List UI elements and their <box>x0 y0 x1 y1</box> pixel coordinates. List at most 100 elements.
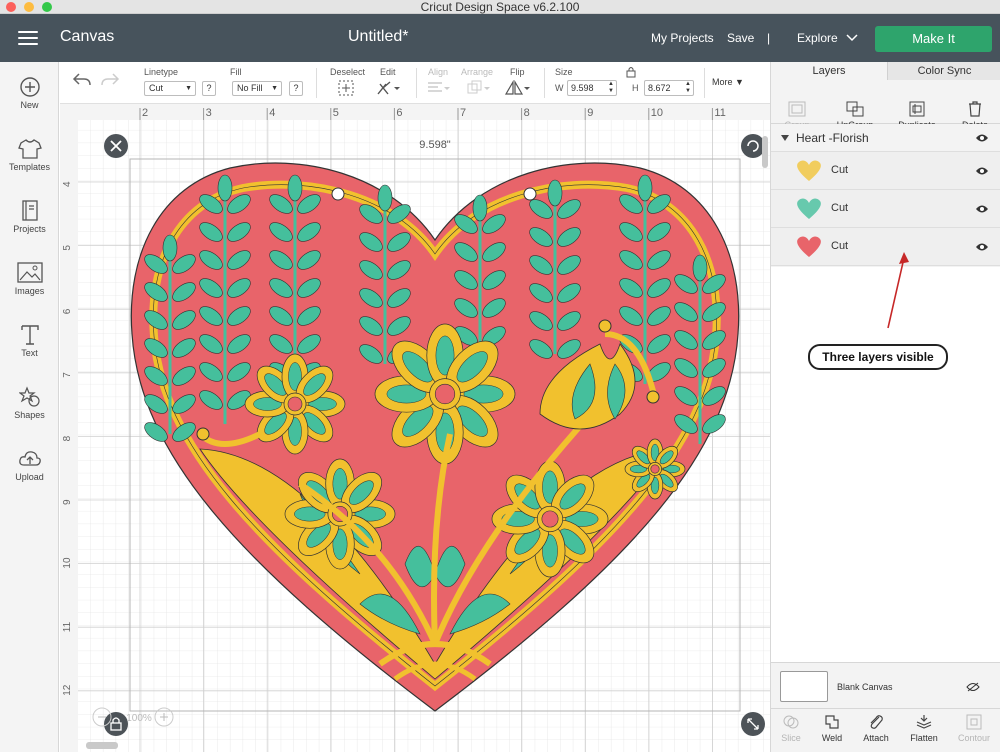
more-button[interactable]: More ▼ <box>712 77 744 87</box>
chevron-down-icon[interactable] <box>846 34 858 42</box>
ruler-left-label: 11 <box>62 621 73 632</box>
fill-select[interactable]: No Fill ▼ <box>232 81 282 96</box>
sidebar-item-shapes[interactable]: Shapes <box>0 386 59 442</box>
document-title[interactable]: Untitled* <box>348 28 408 46</box>
deselect-icon[interactable] <box>338 80 354 96</box>
align-icon[interactable] <box>426 80 450 96</box>
ruler-top-label: 10 <box>651 107 663 119</box>
leaf <box>472 194 488 222</box>
deselect-label: Deselect <box>330 67 366 77</box>
eye-hidden-icon[interactable] <box>966 682 980 692</box>
contour-icon <box>966 714 982 730</box>
dropdown-arrow-icon: ▼ <box>271 85 278 92</box>
layer-label: Cut <box>831 240 849 252</box>
slice-icon <box>783 715 799 729</box>
horizontal-scrollbar[interactable] <box>86 742 118 749</box>
sidebar-item-text[interactable]: Text <box>0 324 59 380</box>
blank-canvas-row[interactable]: Blank Canvas <box>771 662 1000 708</box>
toolbar-divider <box>704 68 705 98</box>
sidebar-item-upload[interactable]: Upload <box>0 448 59 504</box>
eye-icon[interactable] <box>975 133 989 143</box>
design-canvas[interactable]: 2 3 4 5 6 7 8 9 10 11 4 5 6 7 8 9 10 11 12 <box>60 104 770 752</box>
explore-link[interactable]: Explore <box>797 31 838 45</box>
redo-icon[interactable] <box>100 72 120 88</box>
zoom-level: 100% <box>126 713 152 724</box>
layer-row[interactable]: Cut <box>771 190 1000 228</box>
layer-row[interactable]: Cut <box>771 152 1000 190</box>
width-label: W <box>555 83 564 93</box>
ruler-left-label: 10 <box>62 557 73 569</box>
make-it-button[interactable]: Make It <box>875 26 992 52</box>
dropdown-arrow-icon: ▼ <box>735 77 744 87</box>
sidebar-item-label: New <box>20 100 39 110</box>
layer-label: Cut <box>831 164 849 176</box>
stepper-arrows-icon[interactable]: ▲ ▼ <box>685 81 691 95</box>
blank-canvas-label: Blank Canvas <box>837 682 893 692</box>
flower <box>624 438 686 500</box>
fill-help-button[interactable]: ? <box>289 81 303 96</box>
canvas-grid[interactable]: 2 3 4 5 6 7 8 9 10 11 456789101112 9.598… <box>60 104 770 752</box>
tab-color-sync[interactable]: Color Sync <box>887 62 1000 80</box>
sidebar-item-projects[interactable]: Projects <box>0 200 59 256</box>
ruler-left-label: 7 <box>62 372 73 378</box>
ruler-top-label: 9 <box>587 107 593 119</box>
more-label: More <box>712 77 733 87</box>
leaf <box>377 184 393 212</box>
sidebar-item-label: Shapes <box>14 410 45 420</box>
width-readout: 9.598" <box>419 139 451 151</box>
ruler-left-label: 5 <box>62 245 73 251</box>
ruler-top-label: 4 <box>269 107 275 119</box>
ruler-top-label: 5 <box>333 107 339 119</box>
flower <box>374 323 516 465</box>
book-icon <box>21 200 38 221</box>
delete-handle[interactable] <box>104 134 128 158</box>
eye-icon[interactable] <box>975 166 989 176</box>
hamburger-menu-icon[interactable] <box>18 29 40 47</box>
shapes-icon <box>18 386 40 407</box>
sidebar-item-new[interactable]: New <box>0 76 59 132</box>
sidebar-item-templates[interactable]: Templates <box>0 138 59 194</box>
blank-canvas-swatch[interactable] <box>780 671 828 702</box>
collapse-triangle-icon[interactable] <box>781 135 789 141</box>
layer-label: Cut <box>831 202 849 214</box>
vertical-scrollbar[interactable] <box>762 136 768 168</box>
ruler-top-label: 8 <box>524 107 530 119</box>
save-link[interactable]: Save <box>727 31 754 45</box>
tab-layers[interactable]: Layers <box>771 62 887 80</box>
width-input[interactable]: 9.598 ▲ ▼ <box>567 80 617 96</box>
undo-icon[interactable] <box>72 72 92 88</box>
height-value: 8.672 <box>648 83 671 93</box>
rotate-handle[interactable] <box>741 134 765 158</box>
ruler-left-label: 4 <box>62 181 73 187</box>
stepper-arrows-icon[interactable]: ▲ ▼ <box>608 81 614 95</box>
sidebar-item-images[interactable]: Images <box>0 262 59 318</box>
eye-icon[interactable] <box>975 242 989 252</box>
ruler-left-label: 9 <box>62 499 73 505</box>
flip-icon[interactable] <box>504 80 532 96</box>
arrange-label: Arrange <box>461 67 494 77</box>
ruler-top-label: 11 <box>714 107 725 119</box>
image-icon <box>16 262 43 283</box>
toolbar-divider <box>416 68 417 98</box>
layer-group-heart-florish[interactable]: Heart -Florish <box>771 124 1000 152</box>
eye-icon[interactable] <box>975 204 989 214</box>
ruler-top-label: 3 <box>206 107 212 119</box>
edit-toolbar: Linetype Cut ▼ ? Fill No Fill ▼ ? Deselect… <box>60 62 770 104</box>
my-projects-link[interactable]: My Projects <box>651 31 714 45</box>
ruler-left-label: 6 <box>62 308 73 314</box>
sidebar-item-label: Text <box>21 348 38 358</box>
lock-icon[interactable] <box>626 66 636 78</box>
contour-button[interactable]: Contour <box>944 713 1000 743</box>
height-input[interactable]: 8.672 ▲ ▼ <box>644 80 694 96</box>
arrange-icon[interactable] <box>466 80 492 96</box>
size-label: Size <box>555 67 573 77</box>
leaf <box>692 254 708 282</box>
linetype-help-button[interactable]: ? <box>202 81 216 96</box>
layer-thumbnail-green <box>797 198 821 219</box>
layer-actions-bar: Group UnGroup Duplicate Delete <box>771 80 1000 130</box>
linetype-select[interactable]: Cut ▼ <box>144 81 196 96</box>
layer-thumbnail-yellow <box>797 160 821 181</box>
ruler-top-label: 2 <box>142 107 148 119</box>
edit-tools-icon[interactable] <box>376 80 402 96</box>
leaf <box>217 174 233 202</box>
